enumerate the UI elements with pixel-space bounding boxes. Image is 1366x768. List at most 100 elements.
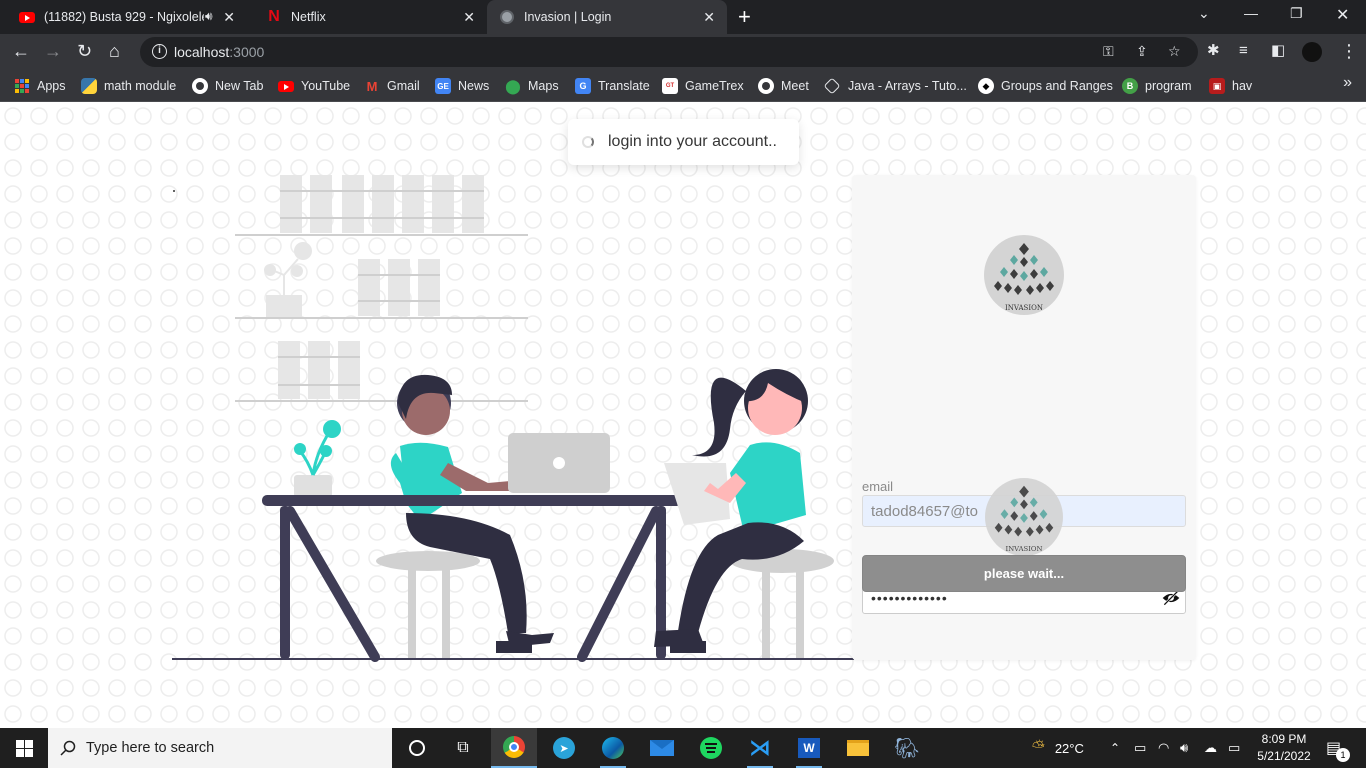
pgadmin-icon[interactable]: 🐘︎: [884, 728, 930, 768]
key-icon[interactable]: ⚿: [1103, 43, 1114, 60]
bookmark-star-icon[interactable]: ☆: [1168, 43, 1181, 60]
email-label: email: [862, 479, 894, 494]
bookmarks-overflow-icon[interactable]: »: [1343, 74, 1352, 92]
reload-icon[interactable]: ↻: [77, 40, 92, 62]
apps-grid-icon: [14, 78, 30, 94]
tab-invasion-login[interactable]: Invasion | Login ✕: [487, 0, 727, 34]
gametrex-icon: GT: [662, 78, 678, 94]
audio-playing-icon[interactable]: 🔊︎: [205, 9, 213, 24]
start-button[interactable]: [0, 728, 48, 768]
system-clock[interactable]: 8:09 PM 5/21/2022: [1246, 731, 1322, 765]
volume-icon[interactable]: 🔊︎: [1180, 728, 1188, 768]
bookmark-label: Meet: [781, 79, 809, 93]
vscode-icon[interactable]: ⋊: [737, 728, 783, 768]
bookmark-label: math module: [104, 79, 177, 93]
profile-avatar[interactable]: [1302, 42, 1322, 62]
bookmark-apps[interactable]: Apps: [14, 76, 66, 96]
email-value: tadod84657@to: [871, 502, 978, 520]
logo-wordmark: INVASION: [1005, 304, 1043, 312]
file-explorer-icon[interactable]: [835, 728, 881, 768]
edge-icon[interactable]: [590, 728, 636, 768]
restore-icon[interactable]: ❐: [1290, 5, 1303, 22]
bird-icon: ◆: [978, 78, 994, 94]
login-card: INVASION email tadod84657@to INVASION ••…: [852, 175, 1196, 660]
bookmark-label: YouTube: [301, 79, 351, 93]
battery-icon[interactable]: ▭: [1228, 728, 1240, 768]
word-icon[interactable]: W: [786, 728, 832, 768]
bookmark-label: program: [1145, 79, 1192, 93]
login-page: login into your account.. INVASION email…: [0, 103, 1366, 728]
tutorial-icon: [823, 77, 841, 95]
weather-widget[interactable]: ⛅︎ 22°C: [1032, 728, 1084, 768]
maps-pin-icon: ⬤: [505, 77, 521, 94]
close-tab-icon[interactable]: ✕: [703, 9, 715, 26]
bookmark-meet[interactable]: Meet: [758, 76, 809, 96]
task-view-icon[interactable]: ⧉: [440, 728, 486, 768]
close-tab-icon[interactable]: ✕: [223, 9, 235, 26]
forward-arrow-icon[interactable]: →: [44, 40, 62, 62]
notification-count: 1: [1336, 748, 1350, 762]
bookmark-program[interactable]: B program: [1122, 76, 1192, 96]
close-tab-icon[interactable]: ✕: [463, 9, 475, 26]
back-arrow-icon[interactable]: ←: [12, 40, 30, 62]
notification-center-icon[interactable]: ▤ 1: [1326, 728, 1350, 768]
chrome-taskbar-icon[interactable]: [491, 728, 537, 768]
youtube-icon: [19, 9, 35, 25]
news-icon: GE: [435, 78, 451, 94]
extensions-puzzle-icon[interactable]: ✱: [1207, 40, 1220, 62]
logo-wordmark: INVASION: [1006, 545, 1043, 553]
search-icon: [60, 740, 76, 756]
tab-youtube[interactable]: (11882) Busta 929 - Ngixolele 🔊︎ ✕: [0, 0, 247, 34]
address-bar[interactable]: i localhost:3000 ⚿ ⇪ ☆: [140, 37, 1198, 67]
bookmark-label: GameTrex: [685, 79, 744, 93]
home-icon[interactable]: ⌂: [109, 40, 120, 62]
telegram-icon[interactable]: ➤: [541, 728, 587, 768]
bookmark-translate[interactable]: G Translate: [575, 76, 650, 96]
weather-cloud-sun-icon: ⛅︎: [1032, 739, 1045, 756]
media-control-icon[interactable]: ≡: [1239, 40, 1248, 62]
tab-netflix[interactable]: N Netflix ✕: [247, 0, 487, 34]
login-submit-button[interactable]: please wait...: [862, 555, 1186, 592]
network-icon[interactable]: ◠: [1158, 728, 1169, 768]
site-info-icon[interactable]: i: [152, 44, 167, 59]
bookmark-gametrex[interactable]: GT GameTrex: [662, 76, 744, 96]
globe-icon: [499, 9, 515, 25]
bookmark-hav[interactable]: ▣ hav: [1209, 76, 1252, 96]
globe-icon: [192, 78, 208, 94]
bookmark-label: Java - Arrays - Tuto...: [848, 79, 967, 93]
new-tab-icon[interactable]: +: [738, 4, 751, 30]
windows-logo-icon: [15, 739, 33, 757]
bookmark-new-tab[interactable]: New Tab: [192, 76, 263, 96]
share-icon[interactable]: ⇪: [1136, 43, 1148, 60]
bookmark-gmail[interactable]: M Gmail: [364, 76, 420, 96]
bookmark-news[interactable]: GE News: [435, 76, 489, 96]
bookmark-groups-ranges[interactable]: ◆ Groups and Ranges: [978, 76, 1113, 96]
toast-message: login into your account..: [608, 133, 777, 150]
meet-now-icon[interactable]: ▭: [1134, 728, 1146, 768]
bookmark-youtube[interactable]: YouTube: [278, 76, 350, 96]
close-window-icon[interactable]: ✕: [1336, 5, 1349, 25]
bookmark-label: Apps: [37, 79, 66, 93]
person-right-illustration: [654, 369, 808, 653]
tab-search-chevron-icon[interactable]: ⌄: [1198, 5, 1210, 22]
globe-icon: [758, 78, 774, 94]
bookmark-java-arrays[interactable]: Java - Arrays - Tuto...: [823, 76, 967, 96]
windows-taskbar: Type here to search ⧉ ➤ ⋊ W 🐘︎ ⛅︎ 22°C ⌃…: [0, 728, 1366, 768]
browser-toolbar: ← → ↻ ⌂ i localhost:3000 ⚿ ⇪ ☆ ✱ ≡ ◧ ⋮: [0, 34, 1366, 70]
bookmark-maps[interactable]: ⬤ Maps: [505, 76, 558, 96]
bookmark-math-module[interactable]: math module: [81, 76, 176, 96]
mail-icon[interactable]: [639, 728, 685, 768]
tab-title: Netflix: [291, 10, 326, 24]
taskbar-search[interactable]: Type here to search: [48, 728, 392, 768]
bookmark-label: Gmail: [387, 79, 420, 93]
bookmarks-bar: Apps math module New Tab YouTube M Gmail…: [0, 70, 1366, 102]
minimize-icon[interactable]: —: [1244, 5, 1258, 21]
invasion-logo-loading-overlay: INVASION: [985, 478, 1063, 556]
cortana-icon[interactable]: [394, 728, 440, 768]
clock-date: 5/21/2022: [1257, 749, 1311, 763]
menu-dots-icon[interactable]: ⋮: [1340, 40, 1358, 62]
spotify-icon[interactable]: [688, 728, 734, 768]
side-panel-icon[interactable]: ◧: [1271, 40, 1285, 62]
onedrive-icon[interactable]: ☁︎: [1204, 728, 1217, 768]
show-hidden-icons-chevron-icon[interactable]: ⌃: [1110, 728, 1120, 768]
